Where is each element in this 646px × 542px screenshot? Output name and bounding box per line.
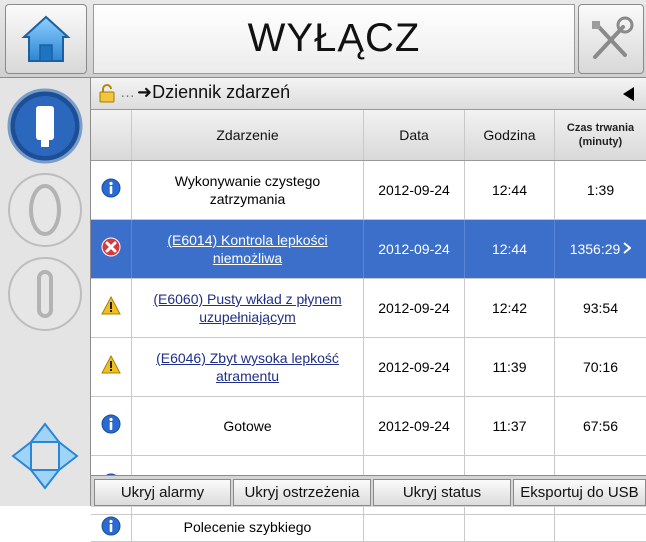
- event-cell: Polecenie szybkiego: [132, 515, 364, 541]
- lock-icon: [99, 84, 115, 103]
- table-row[interactable]: (E6046) Zbyt wysoka lepkość atramentu 201…: [91, 338, 646, 397]
- header-event[interactable]: Zdarzenie: [132, 110, 364, 160]
- event-link[interactable]: (E6060) Pusty wkład z płynem uzupełniają…: [138, 290, 357, 326]
- warning-icon: [101, 354, 121, 380]
- event-cell[interactable]: (E6060) Pusty wkład z płynem uzupełniają…: [132, 279, 364, 337]
- page-title: WYŁĄCZ: [93, 4, 575, 74]
- home-button[interactable]: [5, 4, 87, 74]
- navigation-arrows-icon: [11, 422, 79, 490]
- date-cell-text: 2012-09-24: [378, 241, 450, 257]
- time-cell: 11:39: [465, 338, 555, 396]
- header-date[interactable]: Data: [364, 110, 465, 160]
- date-cell: 2012-09-24: [364, 338, 465, 396]
- table-row[interactable]: Wykonywanie czystego zatrzymania 2012-09-…: [91, 161, 646, 220]
- bottom-toolbar: Ukryj alarmy Ukryj ostrzeżenia Ukryj sta…: [91, 475, 646, 507]
- time-cell-text: 12:44: [491, 241, 528, 257]
- event-cell: Gotowe: [132, 397, 364, 455]
- date-cell-text: 2012-09-24: [378, 418, 450, 434]
- time-cell: 12:44: [465, 161, 555, 219]
- event-cell[interactable]: (E6014) Kontrola lepkości niemożliwa: [132, 220, 364, 278]
- row-icon-cell: [91, 338, 132, 396]
- warning-icon: [101, 295, 121, 321]
- chevron-right-icon[interactable]: [623, 241, 632, 257]
- duration-cell: 67:56: [555, 397, 646, 455]
- hide-warnings-button[interactable]: Ukryj ostrzeżenia: [233, 479, 371, 506]
- event-text: Polecenie szybkiego: [183, 519, 312, 535]
- header-icon-cell: [91, 110, 132, 160]
- time-cell: 12:44: [465, 220, 555, 278]
- header-duration[interactable]: Czas trwania (minuty): [555, 110, 646, 160]
- time-cell-text: 11:37: [492, 418, 527, 434]
- navigation-pad[interactable]: [2, 413, 88, 499]
- event-text: Wykonywanie czystego zatrzymania: [174, 173, 321, 207]
- top-bar: WYŁĄCZ: [0, 0, 646, 78]
- time-cell: 11:37: [465, 397, 555, 455]
- info-icon: [101, 178, 121, 203]
- jet-icon: [8, 173, 82, 247]
- date-cell: [364, 515, 465, 541]
- duration-cell: 93:54: [555, 279, 646, 337]
- date-cell: 2012-09-24: [364, 279, 465, 337]
- row-icon-cell: [91, 161, 132, 219]
- event-text: Gotowe: [223, 418, 272, 434]
- duration-cell: 1356:29: [555, 220, 646, 278]
- print-button[interactable]: [2, 251, 88, 337]
- home-icon: [21, 15, 71, 62]
- duration-cell-text: 93:54: [582, 300, 619, 316]
- left-control-column: [0, 78, 91, 506]
- time-cell-text: 12:42: [491, 300, 528, 316]
- print-icon: [8, 257, 82, 331]
- duration-cell: [555, 515, 646, 541]
- duration-cell-text: 70:16: [582, 359, 619, 375]
- date-cell: 2012-09-24: [364, 397, 465, 455]
- info-icon: [101, 516, 121, 541]
- export-usb-button[interactable]: Eksportuj do USB: [513, 479, 646, 506]
- time-cell: [465, 515, 555, 541]
- table-row[interactable]: Gotowe 2012-09-24 11:37 67:56: [91, 397, 646, 456]
- time-cell-text: 11:39: [492, 359, 527, 375]
- table-row[interactable]: Polecenie szybkiego: [91, 515, 646, 542]
- duration-cell-text: 67:56: [582, 418, 619, 434]
- time-cell-text: 12:44: [491, 182, 528, 198]
- row-icon-cell: [91, 397, 132, 455]
- back-arrow-icon[interactable]: [622, 86, 636, 102]
- hide-status-button[interactable]: Ukryj status: [373, 479, 511, 506]
- breadcrumb-ellipsis: …: [120, 84, 135, 101]
- hide-alarms-button[interactable]: Ukryj alarmy: [94, 479, 231, 506]
- date-cell-text: 2012-09-24: [378, 359, 450, 375]
- ink-status-icon: [7, 88, 83, 164]
- event-link[interactable]: (E6046) Zbyt wysoka lepkość atramentu: [138, 349, 357, 385]
- event-link[interactable]: (E6014) Kontrola lepkości niemożliwa: [138, 231, 357, 267]
- time-cell: 12:42: [465, 279, 555, 337]
- duration-cell-text: 1356:29: [569, 241, 621, 257]
- date-cell: 2012-09-24: [364, 220, 465, 278]
- date-cell-text: 2012-09-24: [378, 300, 450, 316]
- date-cell: 2012-09-24: [364, 161, 465, 219]
- table-row[interactable]: (E6014) Kontrola lepkości niemożliwa 2012…: [91, 220, 646, 279]
- tools-button[interactable]: [578, 4, 644, 74]
- row-icon-cell: [91, 220, 132, 278]
- row-icon-cell: [91, 515, 132, 541]
- table-row[interactable]: (E6060) Pusty wkład z płynem uzupełniają…: [91, 279, 646, 338]
- breadcrumb: … ➜Dziennik zdarzeń: [91, 78, 646, 110]
- header-time[interactable]: Godzina: [465, 110, 555, 160]
- event-cell: Wykonywanie czystego zatrzymania: [132, 161, 364, 219]
- duration-cell: 70:16: [555, 338, 646, 396]
- row-icon-cell: [91, 279, 132, 337]
- table-header: Zdarzenie Data Godzina Czas trwania (min…: [91, 110, 646, 161]
- tools-icon: [592, 16, 634, 59]
- duration-cell: 1:39: [555, 161, 646, 219]
- error-icon: [101, 237, 121, 262]
- jet-start-button[interactable]: [2, 167, 88, 253]
- info-icon: [101, 414, 121, 439]
- breadcrumb-path[interactable]: ➜Dziennik zdarzeń: [137, 82, 290, 103]
- duration-cell-text: 1:39: [586, 182, 615, 198]
- event-cell[interactable]: (E6046) Zbyt wysoka lepkość atramentu: [132, 338, 364, 396]
- date-cell-text: 2012-09-24: [378, 182, 450, 198]
- printer-status-button[interactable]: [2, 83, 88, 169]
